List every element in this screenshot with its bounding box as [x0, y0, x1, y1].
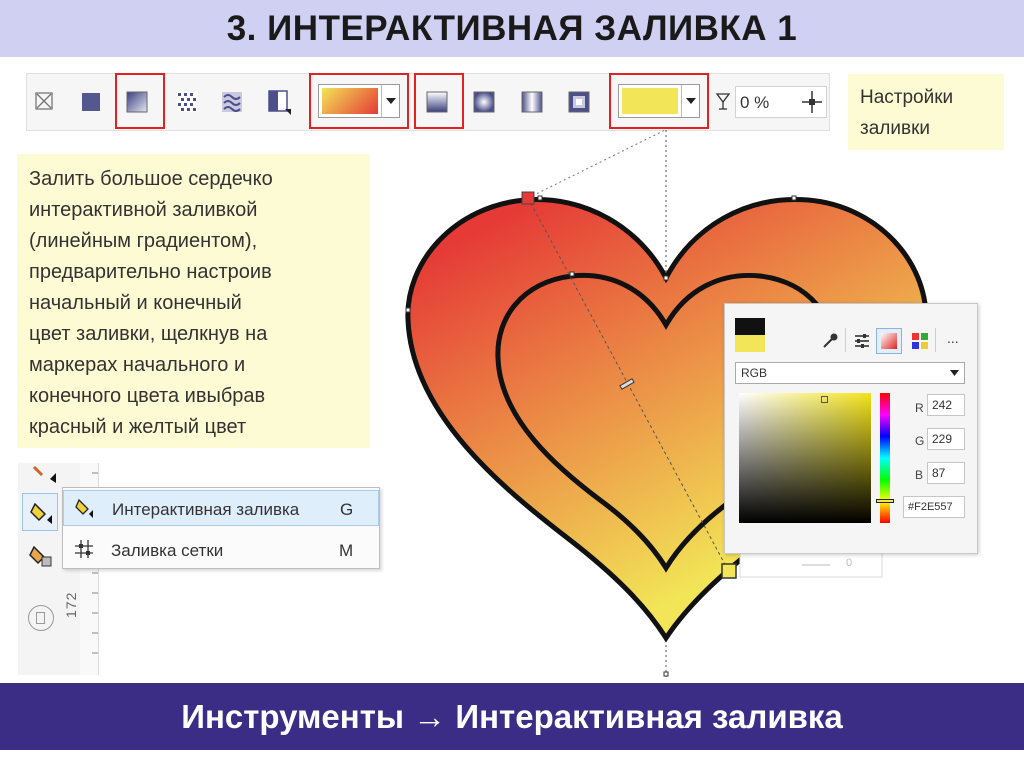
- instructions-line: начальный и конечный: [29, 292, 242, 314]
- channel-value-r: 242: [932, 398, 953, 412]
- channel-value-g: 229: [932, 432, 953, 446]
- color-viewer-icon: [881, 333, 897, 349]
- mini-toolbar: [739, 552, 883, 578]
- hue-slider[interactable]: [876, 393, 894, 523]
- hue-slider-handle[interactable]: [876, 499, 894, 503]
- chevron-down-icon: [950, 370, 959, 376]
- hex-value: #F2E557: [908, 501, 953, 513]
- channel-label-b: B: [915, 468, 924, 482]
- instructions-line: цвет заливки, щелкнув на: [29, 323, 268, 345]
- hex-input[interactable]: #F2E557: [903, 496, 965, 518]
- menu-item-label: Заливка сетки: [111, 541, 224, 560]
- channel-input-r[interactable]: 242: [927, 394, 965, 416]
- sliders-icon[interactable]: [853, 332, 871, 350]
- start-color-marker[interactable]: [521, 191, 535, 205]
- new-color-swatch: [735, 335, 765, 352]
- instructions-line: Залить большое сердечко: [29, 168, 273, 190]
- instructions-line: конечного цвета ивыбрав: [29, 385, 266, 407]
- fill-tools-flyout: Интерактивная заливка G Заливка сетки M: [62, 487, 380, 569]
- channel-label-r: R: [915, 401, 924, 415]
- menu-item-interactive-fill[interactable]: Интерактивная заливка G: [63, 490, 379, 526]
- instructions-note: Залить большое сердечко интерактивной за…: [17, 154, 370, 448]
- menu-item-mesh-fill[interactable]: Заливка сетки M: [63, 532, 379, 568]
- instructions-line: предварительно настроив: [29, 261, 272, 283]
- palette-grid-icon[interactable]: [911, 332, 929, 350]
- ruler-label: 172: [63, 591, 79, 618]
- mini-toolbar-value: 0: [846, 557, 853, 569]
- channel-label-g: G: [915, 434, 925, 448]
- menu-item-label: Интерактивная заливка: [112, 500, 300, 519]
- more-options-button[interactable]: ...: [947, 330, 959, 346]
- color-field-cursor[interactable]: [821, 396, 828, 403]
- color-viewer-button[interactable]: [876, 328, 902, 354]
- menu-item-shortcut: M: [339, 541, 354, 560]
- instructions-line: красный и желтый цвет: [29, 416, 247, 438]
- end-color-marker[interactable]: [721, 563, 737, 579]
- interactive-fill-icon: [75, 498, 93, 518]
- channel-input-g[interactable]: 229: [927, 428, 965, 450]
- interactive-fill-small-icon[interactable]: [30, 465, 56, 483]
- instructions-line: маркерах начального и: [29, 354, 246, 376]
- channel-input-b[interactable]: 87: [927, 462, 965, 484]
- menu-item-shortcut: G: [340, 500, 354, 519]
- bucket-icon: [30, 502, 52, 524]
- color-field[interactable]: [739, 393, 871, 523]
- color-model-value: RGB: [741, 366, 768, 380]
- footer-text: Инструменты → Интерактивная заливка: [181, 697, 843, 735]
- interactive-fill-tool-button[interactable]: [22, 493, 58, 531]
- eyedropper-icon[interactable]: [821, 332, 839, 350]
- instructions-line: (линейным градиентом),: [29, 230, 258, 252]
- channel-value-b: 87: [932, 466, 946, 480]
- mesh-fill-icon: [75, 540, 93, 558]
- mesh-fill-tool-icon[interactable]: [28, 543, 54, 569]
- color-picker-popup: ... RGB R 242 G 229 B 87 #F2E557: [724, 303, 978, 554]
- instructions-line: интерактивной заливкой: [29, 199, 258, 221]
- color-model-select[interactable]: RGB: [735, 362, 965, 384]
- footer-bar: Инструменты → Интерактивная заливка: [0, 683, 1024, 750]
- transparency-tool-icon[interactable]: [28, 605, 54, 631]
- old-color-swatch: [735, 318, 765, 335]
